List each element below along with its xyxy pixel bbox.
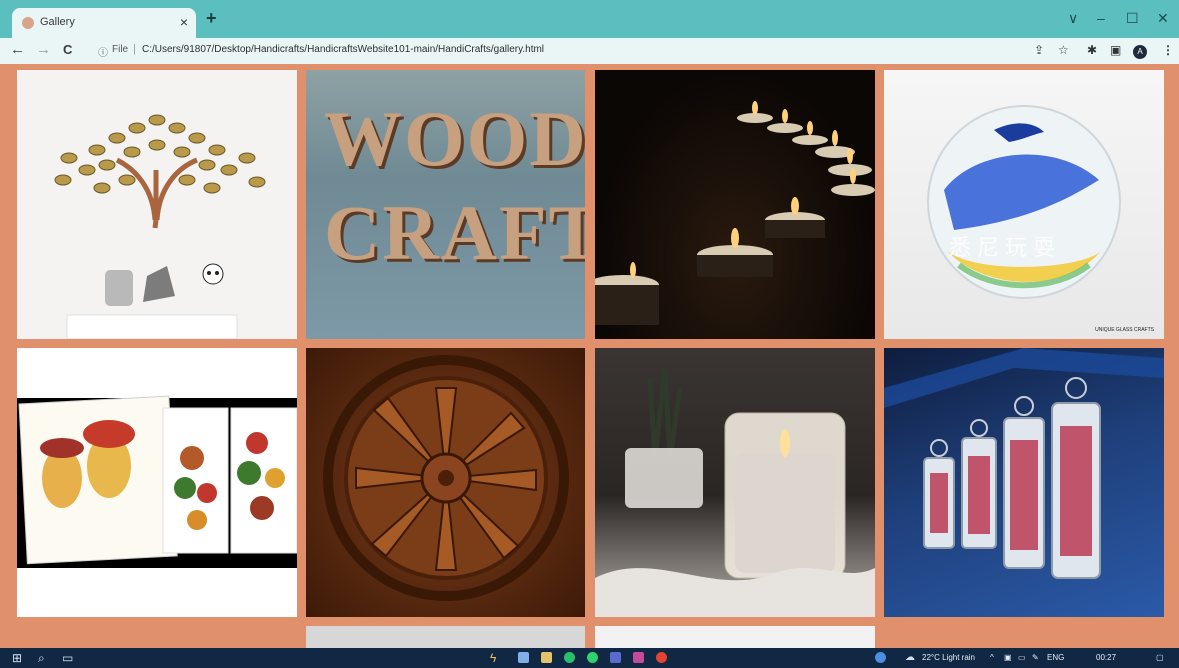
back-button[interactable]: ← (10, 42, 25, 58)
app-bolt-icon[interactable]: ϟ (490, 651, 496, 665)
reload-button[interactable]: C (63, 42, 72, 58)
pen-icon[interactable]: ✎ (1032, 653, 1039, 662)
windows-start-icon[interactable]: ⊞ (12, 651, 22, 665)
tab-title: Gallery (40, 16, 75, 28)
app-purple-icon[interactable] (633, 652, 644, 663)
gallery-image-partial-2[interactable] (595, 626, 875, 648)
spotify-icon[interactable] (564, 652, 575, 663)
file-explorer-icon[interactable] (541, 652, 552, 663)
gallery-image-wood-carving[interactable] (306, 348, 585, 617)
wood-craft-text-line2: CRAFT (324, 189, 585, 276)
gallery-image-lanterns[interactable] (884, 348, 1164, 617)
scheme-label: File (112, 44, 129, 55)
new-tab-button[interactable]: + (206, 8, 217, 29)
share-icon[interactable]: ⇪ (1034, 43, 1044, 57)
search-icon[interactable]: ⌕ (38, 651, 45, 665)
tab-strip: Gallery × + ∨ – ☐ ✕ (0, 0, 1179, 38)
orb-overlay-text: 悉尼玩耍 (949, 235, 1062, 260)
clock[interactable]: 00:27 (1096, 653, 1116, 662)
forward-button[interactable]: → (36, 42, 51, 58)
language-indicator[interactable]: ENG (1047, 653, 1064, 662)
glass-orb-illustration (927, 105, 1121, 299)
side-panel-icon[interactable]: ▣ (1110, 43, 1121, 57)
close-window-button[interactable]: ✕ (1157, 10, 1169, 27)
puppets-illustration (17, 395, 297, 568)
tab-search-button[interactable]: ∨ (1068, 10, 1078, 27)
tealights-illustration (595, 101, 875, 325)
task-view-icon[interactable]: ▭ (62, 651, 73, 665)
candle-jar-illustration (595, 367, 875, 617)
gallery-image-wood-craft[interactable]: WOOD CRAFT (306, 70, 585, 339)
taskbar: ⊞ ⌕ ▭ ϟ ☁ 22°C Light rain ^ ▣ ▭ ✎ ENG 00… (0, 648, 1179, 668)
gallery-image-candle-jar[interactable] (595, 348, 875, 617)
tab-gallery[interactable]: Gallery × (12, 8, 196, 38)
help-icon[interactable] (875, 652, 886, 663)
bookmark-star-icon[interactable]: ☆ (1058, 43, 1069, 57)
wood-carving-illustration (323, 355, 569, 601)
url-text[interactable]: C:/Users/91807/Desktop/Handicrafts/Handi… (142, 44, 544, 55)
tray-overflow-icon[interactable]: ^ (990, 653, 994, 662)
close-tab-icon[interactable]: × (180, 14, 188, 30)
gallery-image-tree-art[interactable] (17, 70, 297, 339)
tree-art-illustration (54, 114, 266, 339)
chrome-icon[interactable] (656, 652, 667, 663)
gallery-image-puppets[interactable] (17, 348, 297, 617)
network-icon[interactable]: ▣ (1004, 653, 1012, 662)
lanterns-illustration (884, 348, 1164, 579)
wood-craft-text-line1: WOOD (324, 95, 585, 182)
omnibox-separator: | (133, 43, 136, 55)
profile-avatar[interactable]: A (1133, 45, 1147, 59)
weather-text[interactable]: 22°C Light rain (922, 653, 975, 662)
browser-toolbar: ← → C ⓘ File | C:/Users/91807/Desktop/Ha… (0, 38, 1179, 64)
gallery-image-partial-1[interactable] (306, 626, 585, 648)
orb-credit-text: UNIQUE GLASS CRAFTS (1095, 327, 1154, 333)
gallery-image-tealights[interactable] (595, 70, 875, 339)
whatsapp-icon[interactable] (587, 652, 598, 663)
favicon-icon (22, 17, 34, 29)
app-window-icon[interactable] (518, 652, 529, 663)
minimize-button[interactable]: – (1097, 10, 1105, 26)
menu-icon[interactable]: ⋮ (1162, 43, 1174, 57)
gallery-image-glass-orb[interactable]: 悉尼玩耍 UNIQUE GLASS CRAFTS (884, 70, 1164, 339)
battery-icon[interactable]: ▭ (1018, 653, 1026, 662)
maximize-button[interactable]: ☐ (1126, 10, 1139, 27)
address-bar[interactable]: ⓘ File | C:/Users/91807/Desktop/Handicra… (92, 41, 1052, 61)
weather-icon[interactable]: ☁ (905, 651, 915, 665)
extensions-icon[interactable]: ✱ (1087, 43, 1097, 57)
notifications-icon[interactable]: ▢ (1156, 653, 1164, 662)
teams-icon[interactable] (610, 652, 621, 663)
site-info-icon[interactable]: ⓘ (98, 44, 108, 59)
